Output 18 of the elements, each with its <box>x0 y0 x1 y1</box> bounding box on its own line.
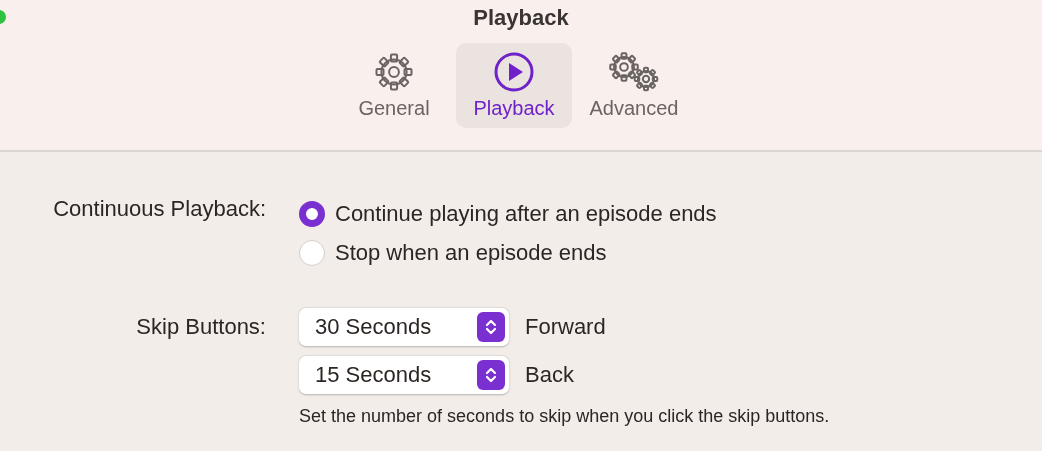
chevron-up-down-icon <box>484 365 498 385</box>
gear-icon <box>373 51 415 93</box>
popup-button[interactable]: 15 Seconds <box>299 356 509 394</box>
toolbar-tab[interactable]: Advanced <box>576 43 692 128</box>
play-icon <box>493 51 535 93</box>
radio-button[interactable] <box>299 200 325 227</box>
radio-label: Continue playing after an episode ends <box>335 200 717 227</box>
popup-caption: Back <box>525 362 574 388</box>
field-label: Skip Buttons: <box>135 313 266 341</box>
help-text: Set the number of seconds to skip when you click the skip buttons. <box>299 406 831 427</box>
toolbar-tab[interactable]: Playback <box>456 43 572 128</box>
window-title: Playback <box>473 5 569 31</box>
popup-caption: Forward <box>525 314 606 340</box>
field-label: Continuous Playback: <box>52 195 266 223</box>
toolbar-tab[interactable]: General <box>336 43 452 128</box>
popup-button[interactable]: 30 Seconds <box>299 308 509 346</box>
radio-label: Stop when an episode ends <box>335 239 607 266</box>
chevron-up-down-icon <box>484 317 498 337</box>
